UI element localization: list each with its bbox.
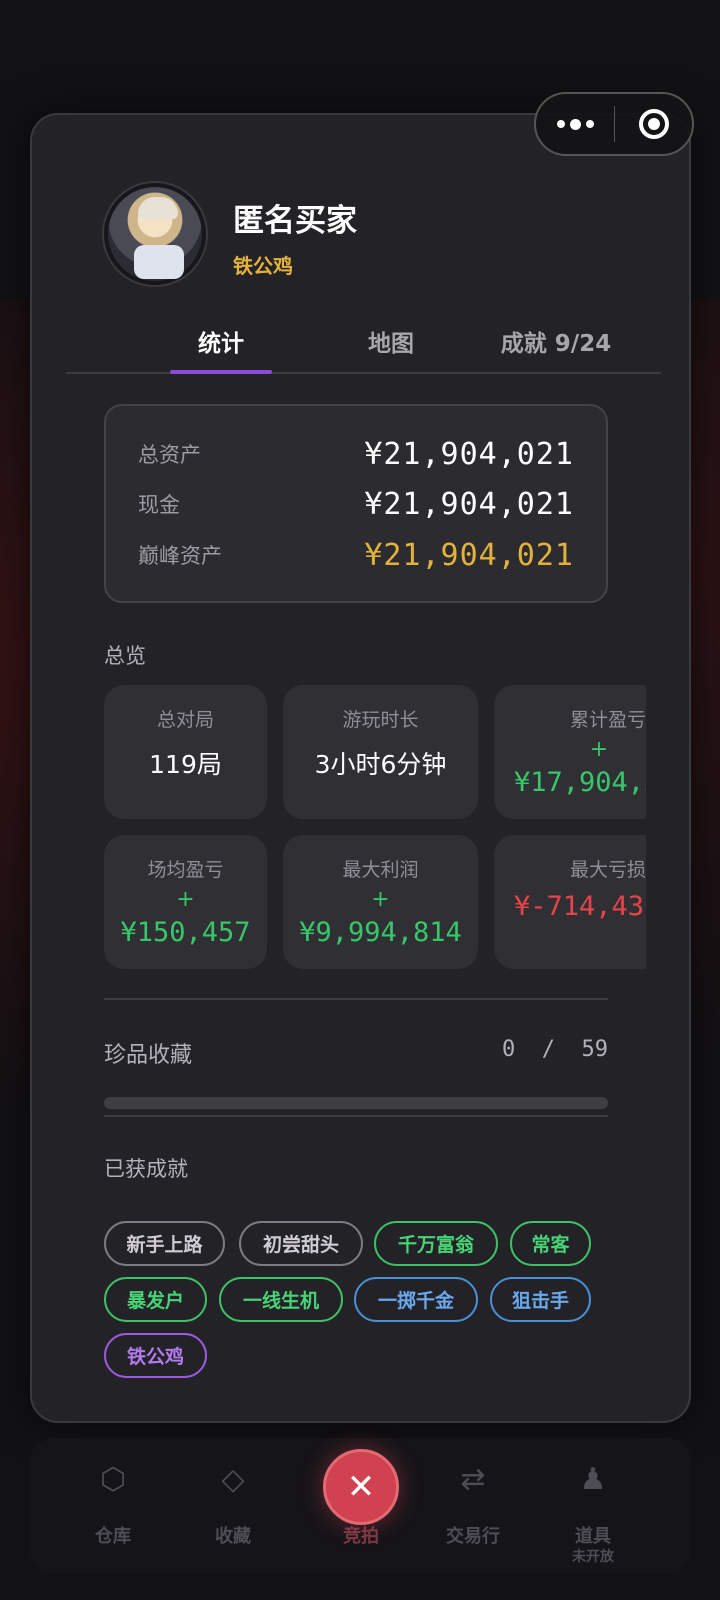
max-loss-value: ¥-714,43 [514,891,645,922]
total-games-value: 119局 [149,750,222,779]
nav-trade-label: 交易行 [446,1526,500,1547]
close-miniprogram-icon[interactable] [615,109,692,139]
player-name: 匿名买家 [233,203,357,239]
tab-achievements[interactable]: 成就 9/24 [486,324,626,358]
total-assets-value: ¥21,904,021 [364,436,574,472]
avg-profit-sign: + [176,887,195,912]
avg-profit-value: ¥150,457 [120,917,251,948]
max-profit-label: 最大利润 [342,859,419,881]
active-tab-indicator [170,370,272,374]
stat-total-games: 总对局 119局 [104,685,267,819]
person-icon: ♟ [579,1462,607,1497]
nav-props[interactable]: ♟ 道具 未开放 [538,1438,648,1574]
stat-play-time: 游玩时长 3小时6分钟 [283,685,478,819]
max-profit-value: ¥9,994,814 [299,917,462,948]
profile-modal: 匿名买家 铁公鸡 统计 地图 成就 9/24 总资产 ¥21,904,021 现… [30,113,691,1423]
more-icon[interactable] [536,118,614,130]
collection-label: 珍品收藏 [104,1043,193,1068]
badge-item[interactable]: 新手上路 [104,1221,225,1266]
asset-row-peak: 巅峰资产 ¥21,904,021 [138,535,574,575]
collection-progress-bar [104,1097,608,1109]
close-icon: ✕ [346,1467,376,1507]
overview-grid[interactable]: 总对局 119局 游玩时长 3小时6分钟 累计盈亏 + ¥17,904,3 场均… [104,685,646,975]
player-title: 铁公鸡 [233,254,293,278]
nav-warehouse-label: 仓库 [95,1526,131,1547]
nav-warehouse[interactable]: ⬡ 仓库 [58,1438,168,1574]
collection-row: 珍品收藏 0 / 59 [104,1037,608,1069]
cash-value: ¥21,904,021 [364,486,574,522]
tab-map[interactable]: 地图 [336,324,446,358]
avatar [104,183,206,285]
collection-count: 0 / 59 [502,1037,608,1062]
miniprogram-capsule [534,92,694,156]
stat-cumulative: 累计盈亏 + ¥17,904,3 [494,685,646,819]
badge-item[interactable]: 初尝甜头 [239,1221,363,1266]
box-icon: ⬡ [99,1462,127,1497]
nav-props-label: 道具 [575,1526,611,1547]
asset-summary-card: 总资产 ¥21,904,021 现金 ¥21,904,021 巅峰资产 ¥21,… [104,404,608,603]
max-loss-label: 最大亏损 [569,859,646,881]
close-modal-button[interactable]: ✕ [323,1449,399,1525]
peak-assets-value: ¥21,904,021 [364,537,574,573]
tab-stats[interactable]: 统计 [170,324,272,358]
badge-item[interactable]: 铁公鸡 [104,1333,207,1378]
badge-item[interactable]: 暴发户 [104,1277,207,1322]
nav-trade[interactable]: ⇄ 交易行 [418,1438,528,1574]
stat-avg-profit: 场均盈亏 + ¥150,457 [104,835,267,969]
play-time-value: 3小时6分钟 [314,750,447,779]
stat-max-profit: 最大利润 + ¥9,994,814 [283,835,478,969]
badge-item[interactable]: 常客 [510,1221,591,1266]
stat-max-loss: 最大亏损 ¥-714,43 [494,835,646,969]
play-time-label: 游玩时长 [342,709,419,731]
cumulative-sign: + [589,737,609,762]
exchange-icon: ⇄ [460,1462,486,1497]
nav-collect-label: 收藏 [215,1526,251,1547]
total-games-label: 总对局 [156,709,214,731]
cash-label: 现金 [138,493,180,517]
badge-item[interactable]: 一线生机 [219,1277,343,1322]
nav-collect[interactable]: ◇ 收藏 [178,1438,288,1574]
achievements-label: 已获成就 [104,1157,188,1181]
overview-label: 总览 [104,644,146,668]
badge-item[interactable]: 狙击手 [490,1277,591,1322]
asset-row-total: 总资产 ¥21,904,021 [138,434,574,474]
divider-top [104,998,608,1000]
cumulative-label: 累计盈亏 [569,709,646,731]
badge-item[interactable]: 一掷千金 [354,1277,478,1322]
diamond-icon: ◇ [221,1462,245,1497]
badge-item[interactable]: 千万富翁 [374,1221,498,1266]
cumulative-value: ¥17,904,3 [514,767,646,798]
divider-bottom [104,1115,608,1117]
nav-auction-label: 竞拍 [343,1526,379,1547]
max-profit-sign: + [371,887,390,912]
total-assets-label: 总资产 [138,443,201,467]
avg-profit-label: 场均盈亏 [147,859,224,881]
peak-assets-label: 巅峰资产 [138,544,222,568]
asset-row-cash: 现金 ¥21,904,021 [138,484,574,524]
nav-props-sublabel: 未开放 [572,1549,614,1565]
tab-bar: 统计 地图 成就 9/24 [66,310,661,374]
